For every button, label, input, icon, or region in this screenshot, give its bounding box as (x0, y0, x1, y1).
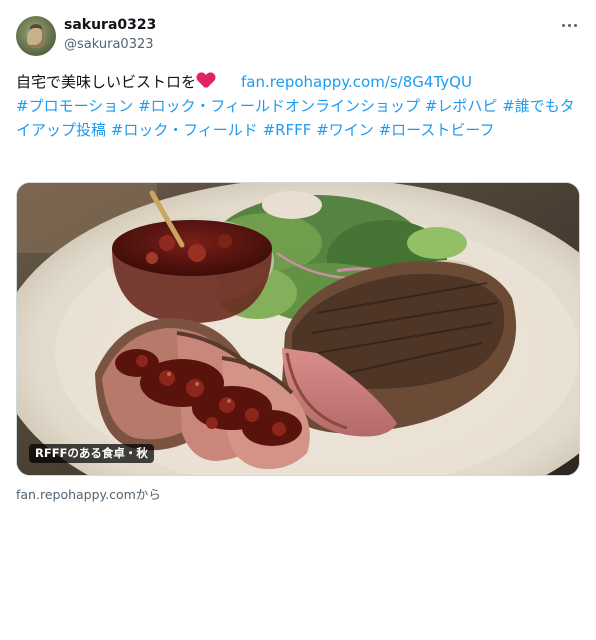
hashtag[interactable]: #RFFF (263, 121, 312, 139)
tweet-link[interactable]: fan.repohappy.com/s/8G4TyQU (241, 73, 472, 91)
hashtag[interactable]: #プロモーション (16, 97, 133, 115)
hashtag[interactable]: #ロック・フィールド (111, 121, 258, 139)
card-caption: RFFFのある食卓・秋 (29, 444, 154, 463)
food-photo (17, 183, 579, 475)
link-card[interactable]: RFFFのある食卓・秋 (16, 182, 580, 476)
hashtag[interactable]: #ロック・フィールドオンラインショップ (138, 97, 420, 115)
hashtag[interactable]: #ローストビーフ (379, 121, 495, 139)
tweet: sakura0323 @sakura0323 自宅で美味しいビストロを fan.r… (0, 0, 596, 640)
tweet-main-text: 自宅で美味しいビストロを (16, 73, 197, 91)
hashtag[interactable]: #ワイン (316, 121, 374, 139)
card-source[interactable]: fan.repohappy.comから (16, 484, 161, 503)
author-handle[interactable]: @sakura0323 (64, 36, 154, 54)
tweet-text: 自宅で美味しいビストロを fan.repohappy.com/s/8G4TyQU … (16, 70, 582, 142)
avatar-figure (27, 28, 45, 48)
avatar[interactable] (16, 16, 56, 56)
more-dots-icon[interactable] (556, 14, 582, 36)
hashtag[interactable]: #レポハピ (425, 97, 498, 115)
author-name[interactable]: sakura0323 (64, 16, 156, 34)
heart-icon (197, 73, 215, 89)
